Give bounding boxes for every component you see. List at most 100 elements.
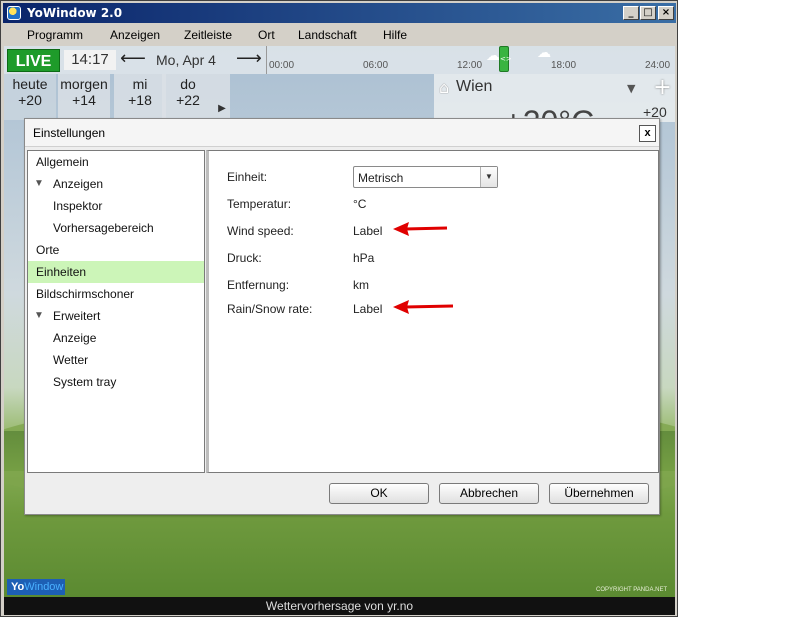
forecast-more-arrow-icon[interactable]: ▶ (214, 74, 230, 120)
expand-triangle-icon[interactable]: ▼ (34, 173, 44, 195)
menu-zeitleiste[interactable]: Zeitleiste (184, 28, 232, 42)
entfernung-value: km (353, 278, 369, 292)
dialog-close-button[interactable]: x (639, 125, 656, 142)
maximize-button[interactable]: □ (640, 6, 656, 20)
tree-item-label: Wetter (53, 353, 89, 367)
ok-button[interactable]: OK (329, 483, 429, 504)
forecast-day-name: morgen (60, 76, 108, 92)
expand-triangle-icon[interactable]: ▼ (34, 305, 44, 327)
tree-item-vorhersagebereich[interactable]: Vorhersagebereich (28, 217, 204, 239)
menu-anzeigen[interactable]: Anzeigen (110, 28, 160, 42)
entfernung-label: Entfernung: (227, 278, 290, 292)
dialog-title: Einstellungen (33, 126, 106, 140)
tree-item-label: Erweitert (53, 309, 101, 323)
forecast-day-temp: +18 (128, 92, 152, 108)
units-settings-panel: Einheit: Metrisch ▼ Temperatur: °C Wind … (206, 150, 659, 473)
current-time: 14:17 (64, 50, 116, 70)
yowindow-app-icon (7, 6, 21, 20)
logo-text: Yo (11, 581, 25, 593)
tree-item-label: Einheiten (36, 265, 87, 279)
arrow-right-icon[interactable]: ⟶ (236, 50, 262, 68)
arrow-left-icon[interactable]: ⟵ (120, 50, 146, 68)
forecast-day[interactable]: do +22 (162, 74, 214, 120)
menu-programm[interactable]: Programm (27, 28, 83, 42)
hour-label: 06:00 (363, 60, 389, 71)
close-window-button[interactable]: × (658, 6, 674, 20)
forecast-day-temp: +20 (18, 92, 42, 108)
tree-item-label: Orte (36, 243, 60, 257)
tree-item-system-tray[interactable]: System tray (28, 371, 204, 393)
cloud-icon: ☁ (486, 48, 500, 64)
tree-item-label: Anzeige (53, 331, 97, 345)
tree-item-wetter[interactable]: Wetter (28, 349, 204, 371)
red-annotation-arrow-icon (393, 300, 453, 314)
forecast-day[interactable]: heute +20 (4, 74, 56, 120)
tree-item-anzeigen[interactable]: ▼ Anzeigen (28, 173, 204, 195)
unit-system-value: Metrisch (358, 171, 404, 185)
tree-item-bildschirmschoner[interactable]: Bildschirmschoner (28, 283, 204, 305)
location-name[interactable]: Wien (456, 78, 492, 96)
logo-subtext: Window (24, 581, 64, 593)
menu-bar: Programm Anzeigen Zeitleiste Ort Landsch… (3, 25, 676, 45)
forecast-day-name: do (180, 76, 196, 92)
tree-item-erweitert[interactable]: ▼ Erweitert (28, 305, 204, 327)
temperatur-value: °C (353, 197, 367, 211)
location-panel: ⌂ Wien ▼ + +20°C +20 (434, 74, 675, 140)
einheit-label: Einheit: (227, 170, 268, 184)
rain-snow-rate-label: Rain/Snow rate: (227, 302, 313, 316)
forecast-day-name: mi (132, 76, 148, 92)
tree-item-orte[interactable]: Orte (28, 239, 204, 261)
time-scale[interactable]: 00:00 06:00 12:00 18:00 24:00 ☁ ☁ <> (266, 46, 675, 74)
menu-ort[interactable]: Ort (258, 28, 275, 42)
unit-system-select[interactable]: Metrisch ▼ (353, 166, 498, 188)
menu-landschaft[interactable]: Landschaft (298, 28, 357, 42)
timeline-bar: LIVE 14:17 ⟵ Mo, Apr 4 ⟶ 00:00 06:00 12:… (4, 46, 675, 74)
tree-item-label: Anzeigen (53, 177, 104, 191)
rain-cloud-icon: ☁ (537, 46, 551, 61)
wind-speed-value: Label (353, 224, 383, 238)
forecast-day[interactable]: mi +18 (114, 74, 166, 120)
time-slider-handle[interactable]: <> (499, 46, 512, 72)
tree-item-label: Bildschirmschoner (36, 287, 135, 301)
photo-credit: COPYRIGHT PANDA.NET (596, 587, 668, 593)
home-icon[interactable]: ⌂ (439, 78, 449, 97)
rain-snow-rate-value: Label (353, 302, 383, 316)
forecast-day[interactable]: morgen +14 (58, 74, 110, 120)
chevron-down-icon[interactable]: ▼ (627, 82, 635, 95)
cancel-button[interactable]: Abbrechen (439, 483, 539, 504)
menu-hilfe[interactable]: Hilfe (383, 28, 407, 42)
apply-button[interactable]: Übernehmen (549, 483, 649, 504)
forecast-day-name: heute (12, 76, 48, 92)
hour-label: 12:00 (457, 60, 483, 71)
tree-item-anzeige[interactable]: Anzeige (28, 327, 204, 349)
tree-item-einheiten[interactable]: Einheiten (28, 261, 204, 283)
tree-item-inspektor[interactable]: Inspektor (28, 195, 204, 217)
window-title: YoWindow 2.0 (27, 6, 123, 20)
title-bar: YoWindow 2.0 _ □ × (3, 3, 676, 23)
tree-item-allgemein[interactable]: Allgemein (28, 151, 204, 173)
tree-item-label: System tray (53, 375, 117, 389)
forecast-day-temp: +14 (72, 92, 96, 108)
hour-label: 18:00 (551, 60, 577, 71)
forecast-strip: heute +20 morgen +14 mi +18 do +22 ▶ (4, 74, 230, 120)
minimize-button[interactable]: _ (623, 6, 639, 20)
chevron-down-icon[interactable]: ▼ (480, 167, 497, 187)
settings-category-tree: Allgemein ▼ Anzeigen Inspektor Vorhersag… (27, 150, 205, 473)
hour-label: 24:00 (645, 60, 671, 71)
live-button[interactable]: LIVE (7, 49, 60, 72)
forecast-source-footer[interactable]: Wettervorhersage von yr.no (4, 597, 675, 615)
druck-label: Druck: (227, 251, 262, 265)
druck-value: hPa (353, 251, 375, 265)
tree-item-label: Allgemein (36, 155, 89, 169)
red-annotation-arrow-icon (393, 222, 448, 236)
yowindow-logo[interactable]: YoWindow (7, 579, 65, 595)
hour-label: 00:00 (269, 60, 295, 71)
dialog-header: Einstellungen x (25, 119, 659, 147)
settings-dialog: Einstellungen x Allgemein ▼ Anzeigen Ins… (24, 118, 660, 515)
temperatur-label: Temperatur: (227, 197, 292, 211)
current-date: Mo, Apr 4 (156, 52, 216, 68)
add-location-button[interactable]: + (650, 74, 675, 102)
wind-speed-label: Wind speed: (227, 224, 294, 238)
tree-item-label: Inspektor (53, 199, 103, 213)
tree-item-label: Vorhersagebereich (53, 221, 154, 235)
